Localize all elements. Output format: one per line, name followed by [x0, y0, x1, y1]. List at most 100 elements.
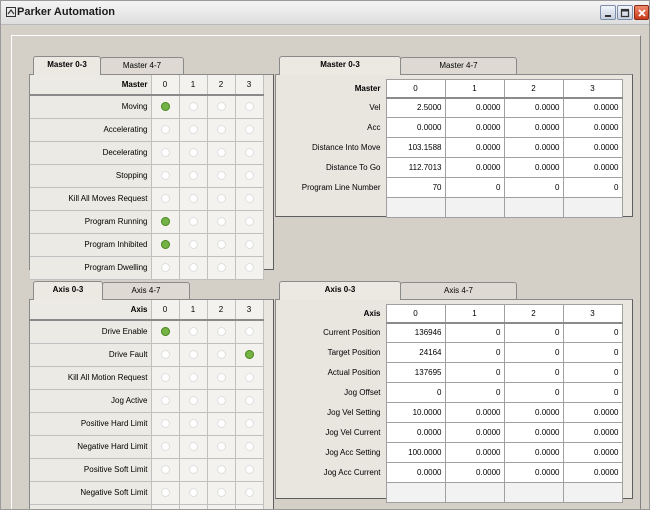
led-off-icon [160, 125, 170, 135]
blank-row [276, 197, 623, 218]
value-row: Target Position 24164 0 0 0 [276, 342, 623, 363]
led-off-icon [216, 373, 226, 383]
led-off-icon [216, 327, 226, 337]
minimize-button[interactable] [600, 5, 616, 20]
value-cell: 70 [385, 177, 446, 198]
led-cell [151, 164, 180, 188]
led-off-icon [188, 240, 198, 250]
value-label: Acc [367, 123, 381, 132]
blank-label [276, 483, 386, 503]
value-label: Jog Vel Current [325, 428, 381, 437]
tab-axis-values-0-3[interactable]: Axis 0-3 [279, 281, 401, 300]
value-cell: 0 [562, 322, 623, 343]
close-icon [638, 9, 646, 17]
grid-header-row: Axis 0 1 2 3 [276, 304, 623, 324]
status-row: Kill All Moves Request [30, 187, 264, 211]
led-off-icon [160, 488, 170, 498]
led-off-icon [216, 217, 226, 227]
led-cell [207, 504, 236, 509]
led-off-icon [160, 396, 170, 406]
value-label: Actual Position [327, 368, 381, 377]
led-on-icon [160, 327, 170, 337]
tab-master-status-4-7[interactable]: Master 4-7 [100, 57, 184, 75]
status-row: Accelerating [30, 118, 264, 142]
status-label: Kill All Moves Request [30, 187, 152, 211]
value-row: Jog Acc Current 0.0000 0.0000 0.0000 0.0000 [276, 462, 623, 483]
status-row: Jog Active [30, 389, 264, 413]
led-cell [235, 504, 264, 509]
led-cell [179, 343, 208, 367]
value-cell: 0.0000 [562, 117, 623, 138]
close-button[interactable] [634, 5, 649, 20]
tab-master-values-0-3[interactable]: Master 0-3 [279, 56, 401, 75]
blank-cell [385, 197, 446, 218]
tab-master-values-4-7[interactable]: Master 4-7 [400, 57, 517, 75]
led-cell [235, 141, 264, 165]
status-label: Drive Enable [30, 320, 152, 344]
grid-header-row: Master 0 1 2 3 [276, 79, 623, 99]
led-cell [179, 118, 208, 142]
column-header-2: 2 [503, 79, 564, 99]
blank-row [276, 482, 623, 503]
value-cell: 0.0000 [562, 442, 623, 463]
grid-header-label: Master [354, 84, 381, 93]
led-cell [179, 458, 208, 482]
value-row: Current Position 136946 0 0 0 [276, 322, 623, 343]
led-cell [179, 95, 208, 119]
led-cell [151, 187, 180, 211]
led-cell [207, 435, 236, 459]
led-cell [207, 95, 236, 119]
led-off-icon [160, 263, 170, 273]
led-off-icon [188, 148, 198, 158]
led-off-icon [244, 263, 254, 273]
maximize-button[interactable] [617, 5, 633, 20]
led-cell [235, 187, 264, 211]
value-row: Vel 2.5000 0.0000 0.0000 0.0000 [276, 97, 623, 118]
led-cell [179, 366, 208, 390]
value-cell: 0.0000 [503, 157, 564, 178]
column-header-3: 3 [234, 75, 264, 96]
value-cell: 0 [503, 177, 564, 198]
value-cell: 0 [562, 342, 623, 363]
led-cell [151, 95, 180, 119]
blank-cell [503, 197, 564, 218]
value-row: Acc 0.0000 0.0000 0.0000 0.0000 [276, 117, 623, 138]
led-cell [151, 210, 180, 234]
led-off-icon [244, 102, 254, 112]
axis-status-grid: Axis 0 1 2 3 Drive Enable Drive Fault Kill All … [30, 300, 264, 509]
value-row: Actual Position 137695 0 0 0 [276, 362, 623, 383]
value-cell: 0.0000 [444, 402, 505, 423]
blank-cell [444, 197, 505, 218]
status-row: Program Dwelling [30, 256, 264, 280]
axis-values-panel: Axis 0 1 2 3 Current Position 136946 0 0 0 Target … [275, 299, 633, 503]
led-cell [151, 343, 180, 367]
status-row: Drive Enable [30, 320, 264, 344]
led-off-icon [244, 373, 254, 383]
tab-axis-status-0-3[interactable]: Axis 0-3 [33, 281, 103, 300]
value-cell: 2.5000 [385, 97, 446, 118]
led-on-icon [244, 350, 254, 360]
led-cell [207, 118, 236, 142]
column-header-0: 0 [150, 75, 180, 96]
tab-axis-status-4-7[interactable]: Axis 4-7 [102, 282, 190, 300]
value-cell: 0 [503, 382, 564, 403]
tab-master-status-0-3[interactable]: Master 0-3 [33, 56, 101, 75]
led-cell [235, 118, 264, 142]
led-off-icon [188, 396, 198, 406]
led-cell [151, 256, 180, 280]
led-cell [207, 481, 236, 505]
value-cell: 137695 [385, 362, 446, 383]
led-off-icon [244, 465, 254, 475]
blank-cell [562, 482, 623, 503]
value-cell: 0 [385, 382, 446, 403]
minimize-icon [605, 15, 611, 17]
title-bar[interactable]: Parker Automation [1, 1, 649, 25]
led-off-icon [216, 350, 226, 360]
value-cell: 0.0000 [444, 137, 505, 158]
value-row: Jog Vel Current 0.0000 0.0000 0.0000 0.0000 [276, 422, 623, 443]
led-cell [179, 320, 208, 344]
tab-axis-values-4-7[interactable]: Axis 4-7 [400, 282, 517, 300]
led-off-icon [216, 102, 226, 112]
value-cell: 24164 [385, 342, 446, 363]
led-off-icon [188, 442, 198, 452]
